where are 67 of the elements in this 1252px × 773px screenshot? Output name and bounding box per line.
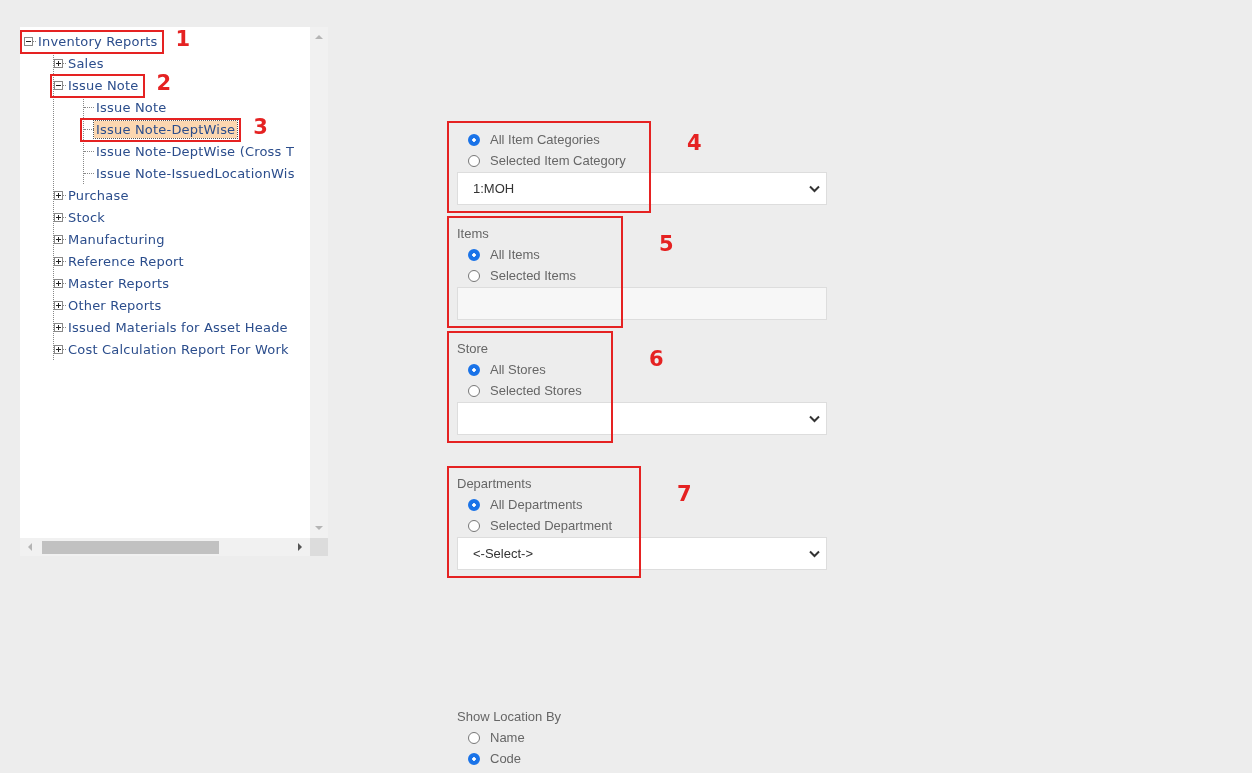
scroll-thumb[interactable] bbox=[42, 540, 219, 554]
radio-label: Selected Stores bbox=[490, 383, 582, 398]
chevron-down-icon bbox=[809, 414, 820, 423]
annotation-number: 1 bbox=[175, 27, 191, 51]
expand-icon[interactable] bbox=[54, 234, 63, 244]
radio-label: All Departments bbox=[490, 497, 583, 512]
section-label: Store bbox=[457, 340, 489, 358]
tree-item[interactable]: Other Reports bbox=[66, 296, 164, 314]
radio-label: Selected Items bbox=[490, 268, 576, 283]
scrollbar-corner bbox=[310, 538, 328, 556]
radio-label: All Item Categories bbox=[490, 132, 600, 147]
radio-button[interactable] bbox=[468, 384, 480, 397]
radio-label: Selected Department bbox=[490, 518, 613, 533]
radio-button[interactable] bbox=[468, 731, 480, 744]
tree-item[interactable]: Issued Materials for Asset Heade bbox=[66, 318, 290, 336]
tree-item[interactable]: Issue Note-IssuedLocationWis bbox=[94, 164, 297, 182]
chevron-down-icon bbox=[809, 184, 820, 193]
expand-icon[interactable] bbox=[54, 322, 63, 332]
radio-button[interactable] bbox=[468, 269, 480, 282]
dropdown[interactable]: 1:MOH bbox=[457, 172, 827, 205]
expand-icon[interactable] bbox=[54, 278, 63, 288]
tree-item[interactable]: Issue Note-DeptWise bbox=[94, 120, 238, 138]
tree-item[interactable]: Cost Calculation Report For Work bbox=[66, 340, 291, 358]
annotation-number: 5 bbox=[659, 232, 674, 256]
radio-label: All Items bbox=[490, 247, 540, 262]
tree-item[interactable]: Issue Note bbox=[66, 76, 141, 94]
tree-item[interactable]: Issue Note bbox=[94, 98, 169, 116]
radio-label: All Stores bbox=[490, 362, 546, 377]
expand-icon[interactable] bbox=[54, 190, 63, 200]
tree-item[interactable]: Reference Report bbox=[66, 252, 186, 270]
tree-item[interactable]: Purchase bbox=[66, 186, 131, 204]
radio-button[interactable] bbox=[468, 363, 480, 376]
section-label: Items bbox=[457, 225, 489, 243]
radio-label: Code bbox=[490, 751, 522, 766]
expand-icon[interactable] bbox=[54, 300, 63, 310]
radio-button[interactable] bbox=[468, 498, 480, 511]
radio-label: Selected Item Category bbox=[490, 153, 626, 168]
expand-icon[interactable] bbox=[54, 256, 63, 266]
input-field[interactable] bbox=[457, 287, 827, 320]
radio-button[interactable] bbox=[468, 154, 480, 167]
annotation-number: 2 bbox=[156, 70, 172, 95]
dropdown[interactable]: <-Select-> bbox=[457, 537, 827, 570]
collapse-icon[interactable] bbox=[24, 36, 33, 46]
section-label: Departments bbox=[457, 475, 532, 493]
radio-button[interactable] bbox=[468, 519, 480, 532]
section-label: Show Location By bbox=[457, 708, 562, 726]
expand-icon[interactable] bbox=[54, 58, 63, 68]
tree-item[interactable]: Inventory Reports bbox=[36, 32, 160, 50]
radio-label: Name bbox=[490, 730, 525, 745]
annotation-number: 3 bbox=[253, 114, 268, 139]
chevron-down-icon bbox=[809, 549, 820, 558]
radio-button[interactable] bbox=[468, 752, 480, 765]
radio-button[interactable] bbox=[468, 133, 480, 146]
expand-icon[interactable] bbox=[54, 344, 63, 354]
tree-item[interactable]: Manufacturing bbox=[66, 230, 167, 248]
expand-icon[interactable] bbox=[54, 212, 63, 222]
annotation-number: 6 bbox=[649, 347, 664, 371]
annotation-number: 4 bbox=[687, 131, 702, 155]
tree-item[interactable]: Master Reports bbox=[66, 274, 172, 292]
collapse-icon[interactable] bbox=[54, 80, 63, 90]
scroll-right-icon[interactable] bbox=[296, 543, 304, 551]
radio-button[interactable] bbox=[468, 248, 480, 261]
horizontal-scrollbar[interactable] bbox=[20, 538, 310, 556]
annotation-number: 7 bbox=[677, 482, 692, 506]
tree-item[interactable]: Sales bbox=[66, 54, 106, 72]
tree-item[interactable]: Stock bbox=[66, 208, 107, 226]
tree-item[interactable]: Issue Note-DeptWise (Cross T bbox=[94, 142, 297, 160]
